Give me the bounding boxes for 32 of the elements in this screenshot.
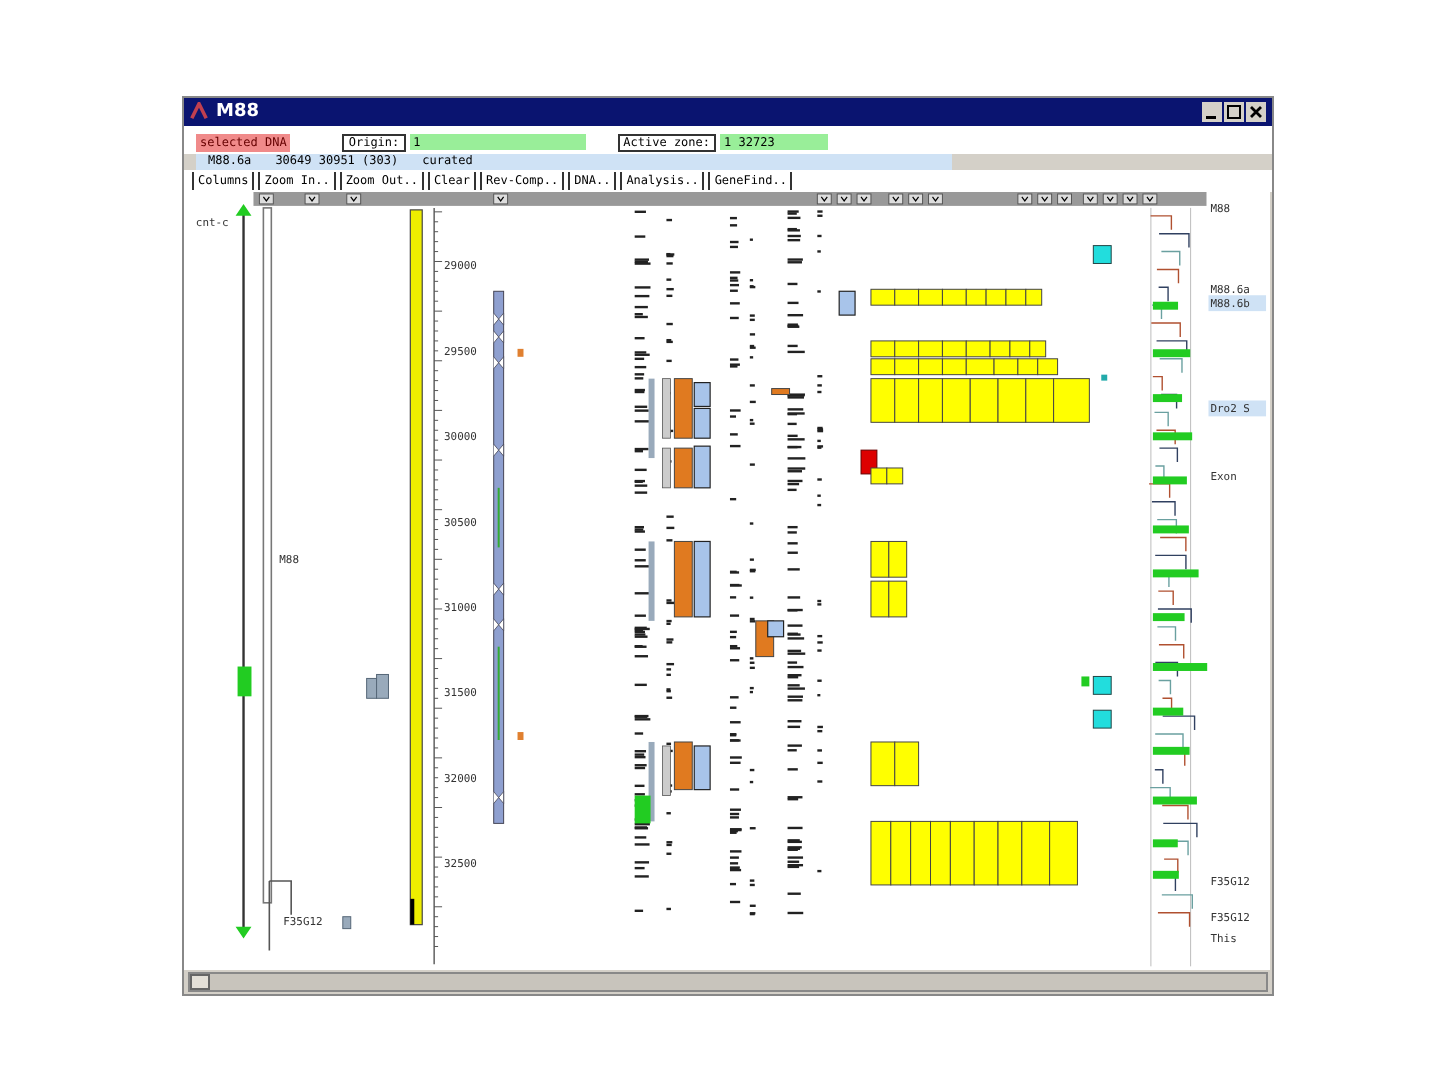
column-menu-icon[interactable]: [1142, 193, 1158, 205]
column-menu-icon[interactable]: [1057, 193, 1072, 205]
small-feature: [342, 916, 352, 929]
column-menu-icon[interactable]: [928, 193, 943, 205]
column-menu-icon[interactable]: [1037, 193, 1053, 205]
column-menu-icon[interactable]: [1102, 193, 1118, 205]
column-menu-icon[interactable]: [346, 193, 362, 205]
column-menu-icon[interactable]: [258, 193, 274, 205]
maximize-icon[interactable]: [1224, 101, 1244, 122]
blast-hit-block: [366, 673, 389, 699]
minimize-icon[interactable]: [1202, 101, 1222, 122]
close-icon[interactable]: [1246, 101, 1266, 122]
highlighted-feature-block: [860, 449, 878, 475]
small-feature: [517, 348, 524, 357]
marker-feature-block: [634, 795, 651, 824]
column-menu-icon[interactable]: [304, 193, 320, 205]
window-title: M88: [216, 101, 261, 122]
column-menu-icon[interactable]: [1017, 193, 1033, 205]
app-logo-icon: [190, 102, 208, 121]
column-menu-icon[interactable]: [493, 193, 509, 205]
sequence-end-marker: [410, 898, 415, 925]
column-menu-icon[interactable]: [1082, 193, 1098, 205]
column-menu-icon[interactable]: [816, 193, 832, 205]
contig-marker: [237, 666, 252, 697]
column-menu-icon[interactable]: [888, 193, 904, 205]
column-menu-icon[interactable]: [856, 193, 872, 205]
horizontal-scrollbar[interactable]: [188, 972, 1268, 992]
column-menu-icon[interactable]: [836, 193, 852, 205]
scroll-thumb[interactable]: [190, 974, 210, 991]
small-feature: [517, 731, 524, 740]
column-menu-icon[interactable]: [1122, 193, 1138, 205]
column-menu-icon[interactable]: [908, 193, 924, 205]
